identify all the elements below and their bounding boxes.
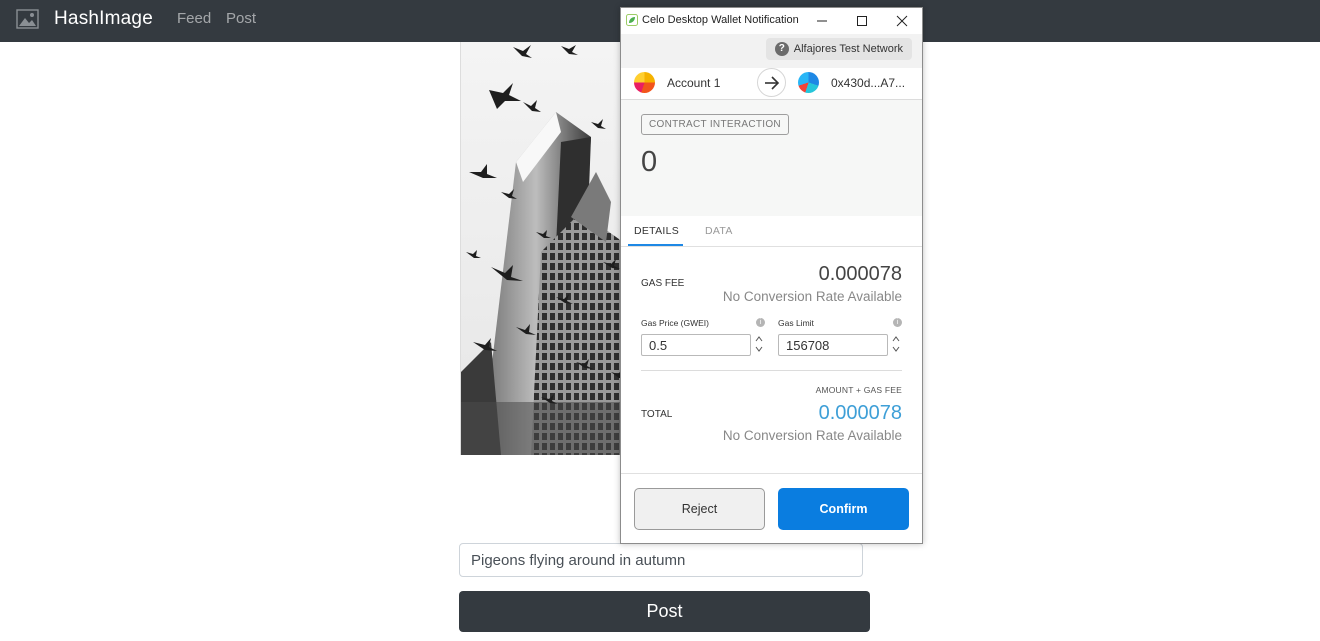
total-value: 0.000078 bbox=[818, 402, 902, 424]
gas-limit-field[interactable] bbox=[778, 334, 888, 356]
chevron-up-icon bbox=[892, 336, 900, 342]
footer-divider bbox=[621, 473, 922, 474]
gas-limit-label: Gas Limit bbox=[778, 318, 814, 328]
account-row: Account 1 0x430d...A7... bbox=[621, 68, 922, 100]
chevron-down-icon bbox=[892, 346, 900, 352]
total-conversion: No Conversion Rate Available bbox=[722, 428, 902, 443]
brand-title[interactable]: HashImage bbox=[54, 8, 153, 30]
from-account-name: Account 1 bbox=[667, 76, 721, 90]
from-account-avatar bbox=[634, 72, 655, 93]
gas-price-stepper[interactable] bbox=[752, 334, 766, 356]
reject-button[interactable]: Reject bbox=[634, 488, 765, 530]
tab-bar: DETAILS DATA bbox=[621, 216, 922, 247]
to-address: 0x430d...A7... bbox=[831, 76, 906, 90]
arrow-right-icon bbox=[757, 68, 786, 97]
tab-data[interactable]: DATA bbox=[705, 225, 733, 237]
total-label: TOTAL bbox=[641, 409, 673, 420]
total-caption: AMOUNT + GAS FEE bbox=[815, 385, 902, 395]
caption-input[interactable] bbox=[459, 543, 863, 577]
gas-price-input[interactable] bbox=[642, 335, 750, 355]
close-icon bbox=[896, 15, 908, 27]
gas-price-field[interactable] bbox=[641, 334, 751, 356]
confirm-button[interactable]: Confirm bbox=[778, 488, 909, 530]
celo-app-icon bbox=[626, 14, 638, 26]
tab-details[interactable]: DETAILS bbox=[634, 225, 679, 237]
nav-post-link[interactable]: Post bbox=[226, 10, 256, 27]
gas-fee-value: 0.000078 bbox=[818, 263, 902, 285]
post-button[interactable]: Post bbox=[459, 591, 870, 632]
network-selector[interactable]: ? Alfajores Test Network bbox=[765, 38, 912, 60]
wallet-notification-window: Celo Desktop Wallet Notification ? Alfaj… bbox=[620, 7, 923, 544]
image-logo-icon bbox=[16, 9, 39, 29]
window-title: Celo Desktop Wallet Notification bbox=[642, 14, 799, 26]
gas-limit-info-icon[interactable]: i bbox=[893, 318, 902, 327]
gas-limit-input[interactable] bbox=[779, 335, 887, 355]
network-bar: ? Alfajores Test Network bbox=[621, 34, 922, 68]
maximize-button[interactable] bbox=[842, 8, 882, 34]
maximize-icon bbox=[857, 16, 867, 26]
amount-value: 0 bbox=[641, 146, 658, 178]
gas-price-label: Gas Price (GWEI) bbox=[641, 318, 710, 328]
nav-feed-link[interactable]: Feed bbox=[177, 10, 211, 27]
minimize-button[interactable] bbox=[802, 8, 842, 34]
active-tab-indicator bbox=[628, 244, 683, 246]
contract-interaction-badge: CONTRACT INTERACTION bbox=[641, 114, 789, 135]
close-button[interactable] bbox=[882, 8, 922, 34]
to-account-avatar bbox=[798, 72, 819, 93]
chevron-down-icon bbox=[755, 346, 763, 352]
window-titlebar[interactable]: Celo Desktop Wallet Notification bbox=[621, 8, 922, 34]
uploaded-photo bbox=[460, 42, 622, 455]
gas-price-info-icon[interactable]: i bbox=[756, 318, 765, 327]
gas-fee-conversion: No Conversion Rate Available bbox=[722, 289, 902, 304]
network-name: Alfajores Test Network bbox=[793, 43, 903, 55]
question-icon: ? bbox=[774, 42, 789, 56]
gas-fee-label: GAS FEE bbox=[641, 278, 685, 289]
transaction-summary: CONTRACT INTERACTION 0 bbox=[621, 100, 922, 216]
chevron-up-icon bbox=[755, 336, 763, 342]
gas-limit-stepper[interactable] bbox=[889, 334, 903, 356]
section-divider bbox=[641, 370, 902, 371]
minimize-icon bbox=[817, 20, 827, 22]
